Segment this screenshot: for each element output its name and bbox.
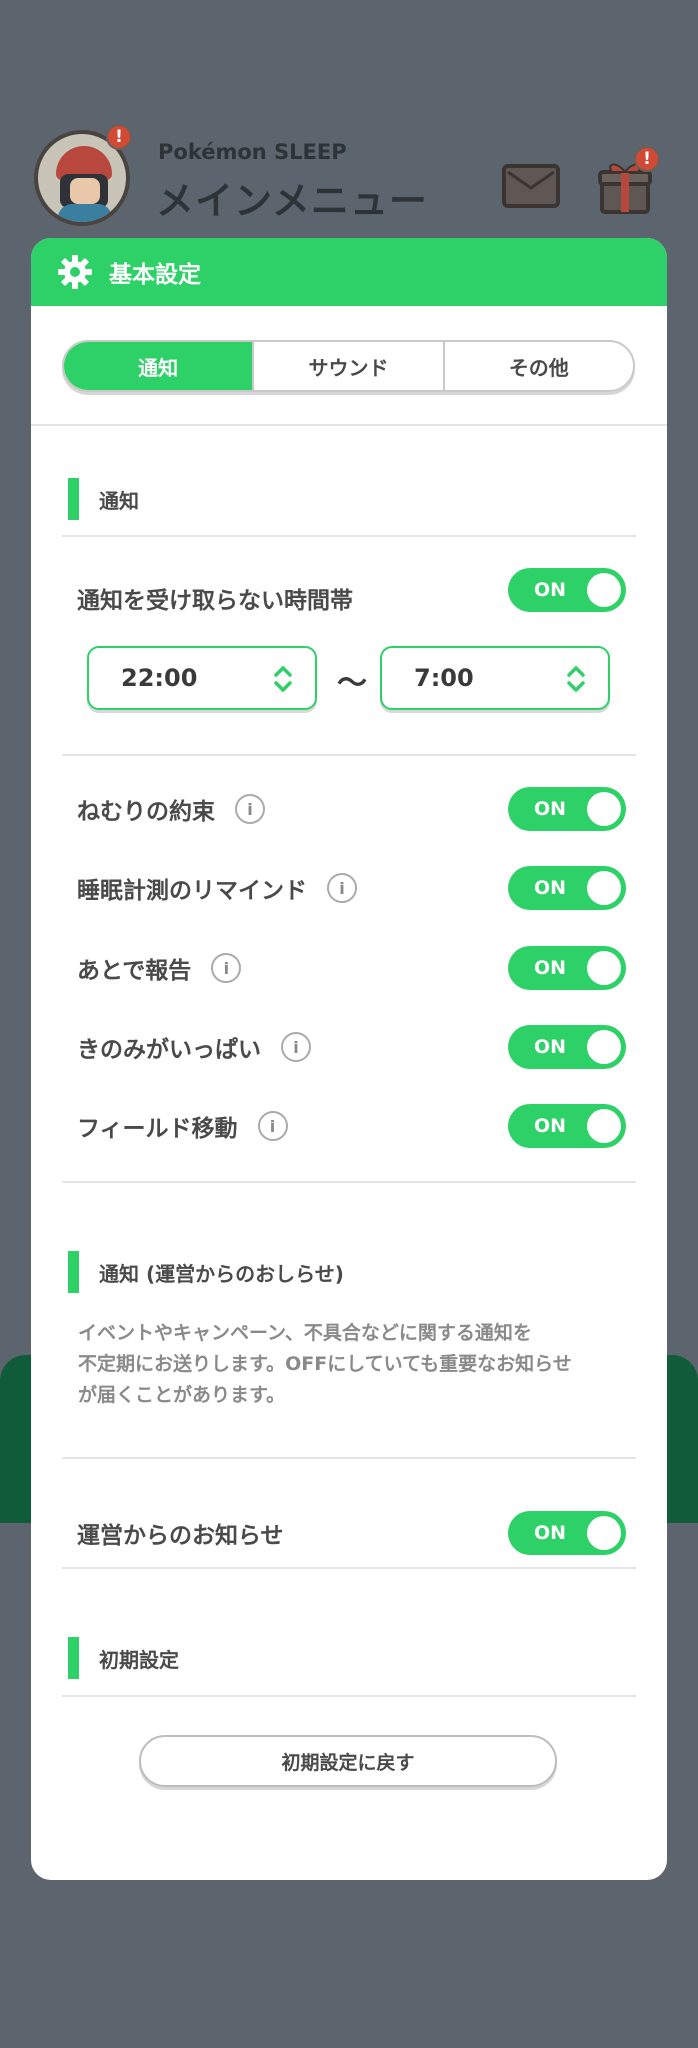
divider xyxy=(62,1457,636,1459)
section-title-reset: 初期設定 xyxy=(68,1637,179,1679)
info-icon[interactable]: i xyxy=(257,1111,288,1141)
avatar-alert-badge: ! xyxy=(106,124,132,150)
stepper-arrows-icon xyxy=(273,664,293,700)
mail-icon[interactable] xyxy=(502,164,560,208)
notify-sleep-reminder-toggle[interactable]: ON xyxy=(508,866,626,910)
operator-notice-toggle[interactable]: ON xyxy=(508,1511,626,1555)
operator-notice-label: 運営からのお知らせ xyxy=(77,1523,284,1549)
info-icon[interactable]: i xyxy=(211,953,242,983)
divider xyxy=(62,754,636,756)
divider xyxy=(62,1567,636,1569)
settings-sheet: 基本設定 通知 サウンド その他 通知 通知を受け取らない時間帯 ON 22:0… xyxy=(31,238,667,1880)
sheet-header: 基本設定 xyxy=(31,238,667,306)
operator-description: イベントやキャンペーン、不具合などに関する通知を 不定期にお送りします。OFFに… xyxy=(78,1322,572,1406)
section-title-notifications: 通知 xyxy=(68,478,139,520)
page-title: メインメニュー xyxy=(156,179,428,223)
tab-sound[interactable]: サウンド xyxy=(254,342,445,390)
notify-report-later-label: あとで報告 i xyxy=(77,946,242,990)
info-icon[interactable]: i xyxy=(235,794,265,824)
quiet-hours-toggle[interactable]: ON xyxy=(508,568,626,612)
stepper-arrows-icon xyxy=(566,664,586,700)
gift-alert-badge: ! xyxy=(634,146,660,172)
app-subtitle: Pokémon SLEEP xyxy=(158,140,347,164)
reset-defaults-button[interactable]: 初期設定に戻す xyxy=(139,1735,557,1787)
tab-notifications[interactable]: 通知 xyxy=(64,342,255,390)
divider xyxy=(31,424,667,426)
notify-sleep-promise-label: ねむりの約束 i xyxy=(77,787,265,831)
info-icon[interactable]: i xyxy=(281,1032,311,1062)
notify-sleep-reminder-label: 睡眠計測のリマインド i xyxy=(77,866,357,910)
notify-berries-full-toggle[interactable]: ON xyxy=(508,1025,626,1069)
time-range-separator: ～ xyxy=(337,666,367,701)
notify-field-move-toggle[interactable]: ON xyxy=(508,1104,626,1148)
section-title-operator: 通知 (運営からのおしらせ) xyxy=(68,1251,344,1293)
notify-berries-full-label: きのみがいっぱい i xyxy=(77,1025,311,1069)
notify-report-later-toggle[interactable]: ON xyxy=(508,946,626,990)
divider xyxy=(62,535,636,537)
quiet-start-time-picker[interactable]: 22:00 xyxy=(87,646,317,710)
notify-sleep-promise-toggle[interactable]: ON xyxy=(508,787,626,831)
info-icon[interactable]: i xyxy=(327,873,357,903)
tab-other[interactable]: その他 xyxy=(445,342,633,390)
settings-tabs: 通知 サウンド その他 xyxy=(62,340,635,392)
gear-icon xyxy=(57,254,93,290)
sheet-title: 基本設定 xyxy=(109,262,201,288)
divider xyxy=(62,1695,636,1697)
divider xyxy=(62,1181,636,1183)
quiet-end-time-picker[interactable]: 7:00 xyxy=(380,646,610,710)
notify-field-move-label: フィールド移動 i xyxy=(77,1104,288,1148)
quiet-hours-label: 通知を受け取らない時間帯 xyxy=(77,588,353,614)
